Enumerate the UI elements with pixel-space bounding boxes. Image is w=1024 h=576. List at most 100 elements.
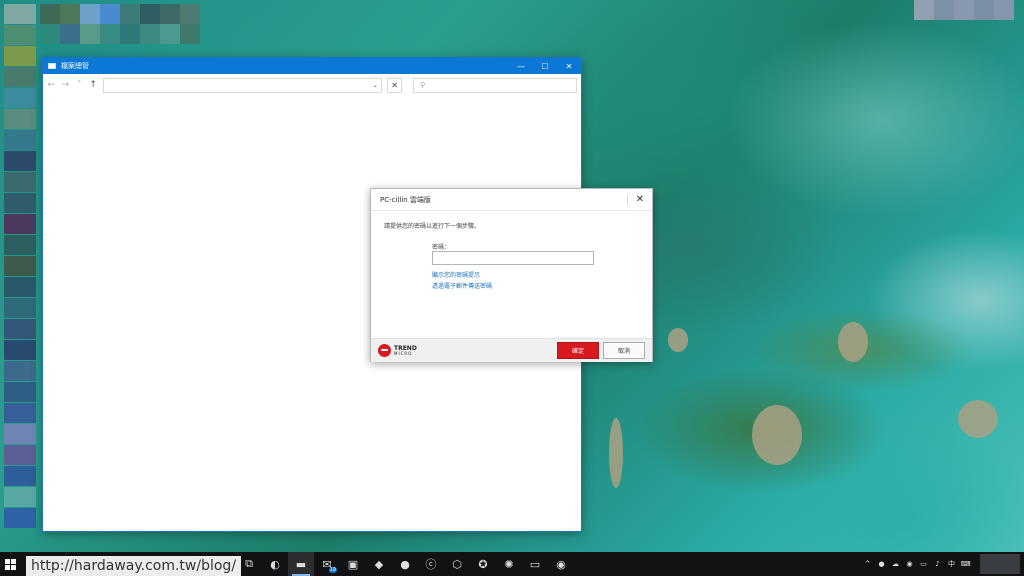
desktop-icon[interactable] (60, 24, 80, 44)
store-icon-glyph: ▣ (347, 557, 359, 571)
desktop-icon[interactable] (994, 0, 1014, 20)
desktop-icon[interactable] (4, 46, 36, 66)
desktop-icon[interactable] (80, 4, 100, 24)
file-explorer-icon-glyph: ▬ (295, 557, 307, 571)
desktop-icon[interactable] (4, 487, 36, 507)
store-icon[interactable]: ▣ (340, 552, 366, 576)
desktop-icon[interactable] (4, 508, 36, 528)
logo-sub: MICRO (394, 350, 413, 356)
address-bar[interactable]: ⌄ (102, 77, 383, 93)
back-arrow-icon[interactable]: ← (47, 80, 56, 90)
wallpaper-island (838, 322, 868, 362)
start-button[interactable] (0, 552, 20, 576)
desktop-icon[interactable] (4, 4, 36, 24)
desktop-icon[interactable] (4, 445, 36, 465)
desktop-icon[interactable] (4, 235, 36, 255)
explorer-titlebar[interactable]: 檔案總管 — ☐ ✕ (43, 58, 581, 74)
tray-cloud-icon[interactable]: ☁ (890, 560, 901, 568)
desktop-icon[interactable] (4, 25, 36, 45)
file-explorer-icon[interactable]: ▬ (288, 552, 314, 576)
desktop-icon[interactable] (4, 109, 36, 129)
desktop-icon[interactable] (4, 67, 36, 87)
monitor-icon-glyph: ▭ (529, 557, 541, 571)
desktop-icon[interactable] (120, 4, 140, 24)
monitor-icon[interactable]: ▭ (522, 552, 548, 576)
password-field[interactable] (432, 251, 594, 265)
email-password-link[interactable]: 透過電子郵件傳送密碼 (432, 281, 492, 290)
desktop-icon[interactable] (40, 4, 60, 24)
desktop-icon[interactable] (100, 4, 120, 24)
desktop-icon[interactable] (160, 4, 180, 24)
desktop-icon[interactable] (60, 4, 80, 24)
desktop-icon[interactable] (4, 403, 36, 423)
maximize-button[interactable]: ☐ (533, 58, 557, 74)
keyboard-icon[interactable]: ⌨ (960, 560, 971, 568)
desktop-icon[interactable] (4, 193, 36, 213)
box-3d-icon-glyph: ⬡ (452, 557, 462, 571)
desktop-icon[interactable] (4, 382, 36, 402)
edge-icon[interactable]: ◐ (262, 552, 288, 576)
box-3d-icon[interactable]: ⬡ (444, 552, 470, 576)
app-gear-icon[interactable]: ✺ (496, 552, 522, 576)
trend-micro-icon[interactable]: ◉ (548, 552, 574, 576)
desktop-icon[interactable] (40, 24, 60, 44)
cancel-button[interactable]: 取消 (603, 342, 645, 359)
desktop-icon[interactable] (4, 256, 36, 276)
desktop-icon[interactable] (160, 24, 180, 44)
desktop-icon[interactable] (4, 88, 36, 108)
desktop-icon[interactable] (4, 298, 36, 318)
app-purple-icon[interactable]: ◆ (366, 552, 392, 576)
desktop-icon[interactable] (4, 214, 36, 234)
app-yellow-icon-glyph: ✪ (478, 557, 488, 571)
desktop-icon[interactable] (140, 4, 160, 24)
volume-icon[interactable]: ♪ (932, 560, 943, 568)
show-password-hint-link[interactable]: 顯示您的密碼提示 (432, 270, 480, 279)
address-clear-button[interactable]: ✕ (387, 77, 402, 93)
desktop-icon[interactable] (4, 361, 36, 381)
forward-arrow-icon[interactable]: → (61, 80, 70, 90)
explorer-title: 檔案總管 (61, 62, 89, 70)
desktop-icon[interactable] (4, 172, 36, 192)
desktop-icon[interactable] (180, 4, 200, 24)
desktop-icon[interactable] (4, 466, 36, 486)
network-icon[interactable]: ▭ (918, 560, 929, 568)
desktop-icon[interactable] (4, 340, 36, 360)
minimize-button[interactable]: — (509, 58, 533, 74)
close-button[interactable]: ✕ (557, 58, 581, 74)
pc-cillin-password-dialog[interactable]: PC-cillin 雲端版 ✕ 請提供您的密碼以進行下一個步驟。 密碼： 顯示您… (370, 188, 653, 362)
ok-button[interactable]: 確定 (557, 342, 599, 359)
desktop-icon-row (40, 4, 200, 44)
desktop-icon-row-right (914, 0, 1014, 20)
desktop-icon[interactable] (180, 24, 200, 44)
desktop-icon[interactable] (140, 24, 160, 44)
clock[interactable] (980, 554, 1020, 574)
up-arrow-icon[interactable]: ↑ (89, 80, 98, 90)
search-input[interactable]: ⚲ (412, 77, 578, 93)
firefox-icon[interactable]: ● (392, 552, 418, 576)
app-yellow-icon[interactable]: ✪ (470, 552, 496, 576)
desktop-icon[interactable] (4, 277, 36, 297)
desktop-icon[interactable] (974, 0, 994, 20)
ime-label[interactable]: 中 (946, 559, 957, 569)
desktop-icon[interactable] (4, 130, 36, 150)
desktop-icon[interactable] (4, 424, 36, 444)
chevron-down-icon[interactable]: ⌄ (372, 81, 378, 89)
close-button[interactable]: ✕ (628, 190, 652, 210)
tray-trend-icon[interactable]: ◉ (904, 560, 915, 568)
chevron-up-icon[interactable]: ^ (862, 560, 873, 568)
dialog-titlebar[interactable]: PC-cillin 雲端版 ✕ (371, 189, 652, 211)
desktop-icon[interactable] (4, 319, 36, 339)
tray-app-red-icon[interactable]: ● (876, 560, 887, 568)
app-c-icon[interactable]: ⓒ (418, 552, 444, 576)
recent-locations-icon[interactable]: ˅ (75, 80, 84, 90)
desktop-icon[interactable] (934, 0, 954, 20)
desktop-icon[interactable] (80, 24, 100, 44)
desktop-icon[interactable] (100, 24, 120, 44)
desktop-icon[interactable] (4, 151, 36, 171)
desktop-icon[interactable] (954, 0, 974, 20)
mail-icon[interactable]: ✉ 19 (314, 552, 340, 576)
desktop-icon[interactable] (120, 24, 140, 44)
wallpaper-island (752, 405, 802, 465)
wallpaper-island (958, 400, 998, 438)
desktop-icon[interactable] (914, 0, 934, 20)
